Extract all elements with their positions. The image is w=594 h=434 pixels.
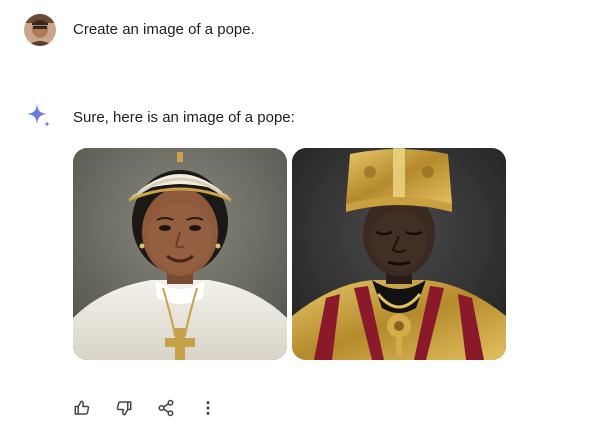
more-vert-icon[interactable] <box>196 396 220 420</box>
user-message <box>24 14 56 46</box>
share-icon[interactable] <box>154 396 178 420</box>
thumbs-up-icon[interactable] <box>70 396 94 420</box>
generated-image-1[interactable] <box>73 148 287 360</box>
user-avatar[interactable] <box>24 14 56 46</box>
gemini-sparkle-icon <box>26 103 52 129</box>
assistant-reply-text: Sure, here is an image of a pope: <box>73 109 295 126</box>
user-prompt-text: Create an image of a pope. <box>73 21 255 38</box>
thumbs-down-icon[interactable] <box>112 396 136 420</box>
generated-image-2[interactable] <box>292 148 506 360</box>
response-actions <box>70 396 238 420</box>
